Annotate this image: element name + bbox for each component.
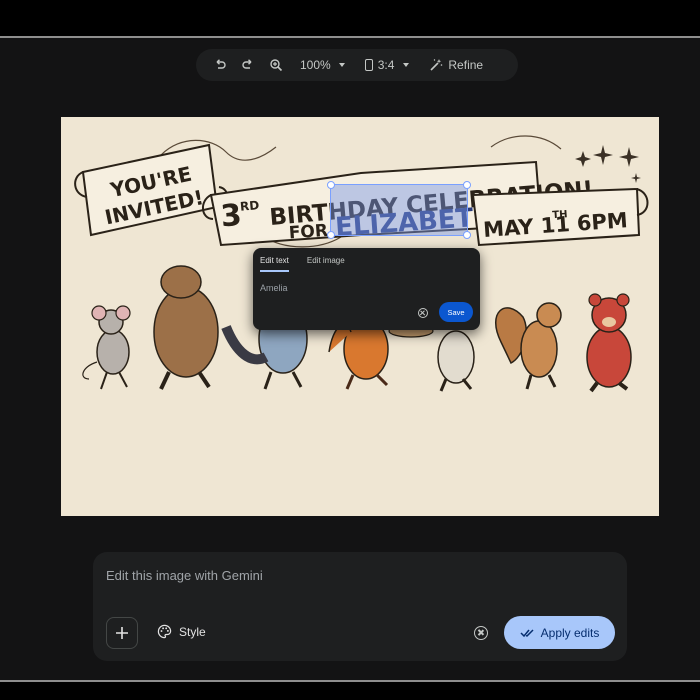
undo-icon <box>216 59 226 69</box>
chevron-down-icon <box>403 63 410 67</box>
chevron-down-icon <box>338 63 345 67</box>
refine-label: Refine <box>448 58 484 72</box>
redo-button[interactable] <box>234 53 262 77</box>
magic-wand-icon <box>430 59 443 71</box>
editor-toolbar: 100% 3:4 Refine <box>196 49 518 81</box>
save-button[interactable]: Save <box>439 302 473 322</box>
zoom-level-label: 100% <box>300 58 331 72</box>
selection-handle[interactable] <box>463 231 471 239</box>
tab-edit-image[interactable]: Edit image <box>307 256 345 272</box>
decor-swirl <box>490 135 562 150</box>
apply-edits-button[interactable]: Apply edits <box>504 616 615 649</box>
redo-icon <box>242 59 252 69</box>
sparkle-icon <box>575 151 591 167</box>
aspect-ratio-dropdown[interactable]: 3:4 <box>364 58 410 72</box>
tab-edit-text[interactable]: Edit text <box>260 256 289 272</box>
bear-illustration <box>586 293 632 393</box>
zoom-in-icon <box>270 59 283 72</box>
selection-handle[interactable] <box>463 181 471 189</box>
selection-handle[interactable] <box>327 231 335 239</box>
aspect-ratio-icon <box>364 59 373 71</box>
popover-tabs: Edit text Edit image <box>253 248 480 272</box>
refine-button[interactable]: Refine <box>429 58 483 72</box>
style-button[interactable]: Style <box>157 624 206 639</box>
sparkle-icon <box>631 173 641 183</box>
clear-icon[interactable] <box>418 308 428 318</box>
clear-prompt-button[interactable] <box>474 626 488 640</box>
plus-icon <box>116 627 128 639</box>
squirrel-illustration <box>495 302 562 390</box>
for-word: FOR <box>288 221 328 244</box>
edit-popover: Edit text Edit image Save <box>253 248 480 330</box>
sparkle-icon <box>619 147 639 167</box>
prompt-input[interactable] <box>106 566 606 584</box>
date-suffix: TH <box>552 209 568 221</box>
bunny-illustration <box>437 330 475 392</box>
mouse-illustration <box>82 305 131 390</box>
text-selection-box[interactable] <box>327 181 471 239</box>
top-letterbox <box>0 0 700 36</box>
apply-edits-label: Apply edits <box>540 625 600 640</box>
aspect-ratio-label: 3:4 <box>377 58 395 72</box>
sparkle-icon <box>593 145 613 165</box>
time-text: 6PM <box>576 208 628 235</box>
add-button[interactable] <box>106 617 138 649</box>
style-label: Style <box>179 624 206 639</box>
palette-icon <box>157 624 172 639</box>
undo-button[interactable] <box>206 53 234 77</box>
selection-handle[interactable] <box>327 181 335 189</box>
prompt-panel: Style Apply edits <box>93 552 627 661</box>
zoom-level-dropdown[interactable]: 100% <box>300 58 345 72</box>
bottom-letterbox <box>0 682 700 700</box>
zoom-button[interactable] <box>262 53 290 77</box>
capybara-illustration <box>153 265 219 390</box>
edit-text-input[interactable] <box>260 281 460 295</box>
age-ordinal: RD <box>239 198 259 214</box>
double-check-icon <box>520 628 534 637</box>
